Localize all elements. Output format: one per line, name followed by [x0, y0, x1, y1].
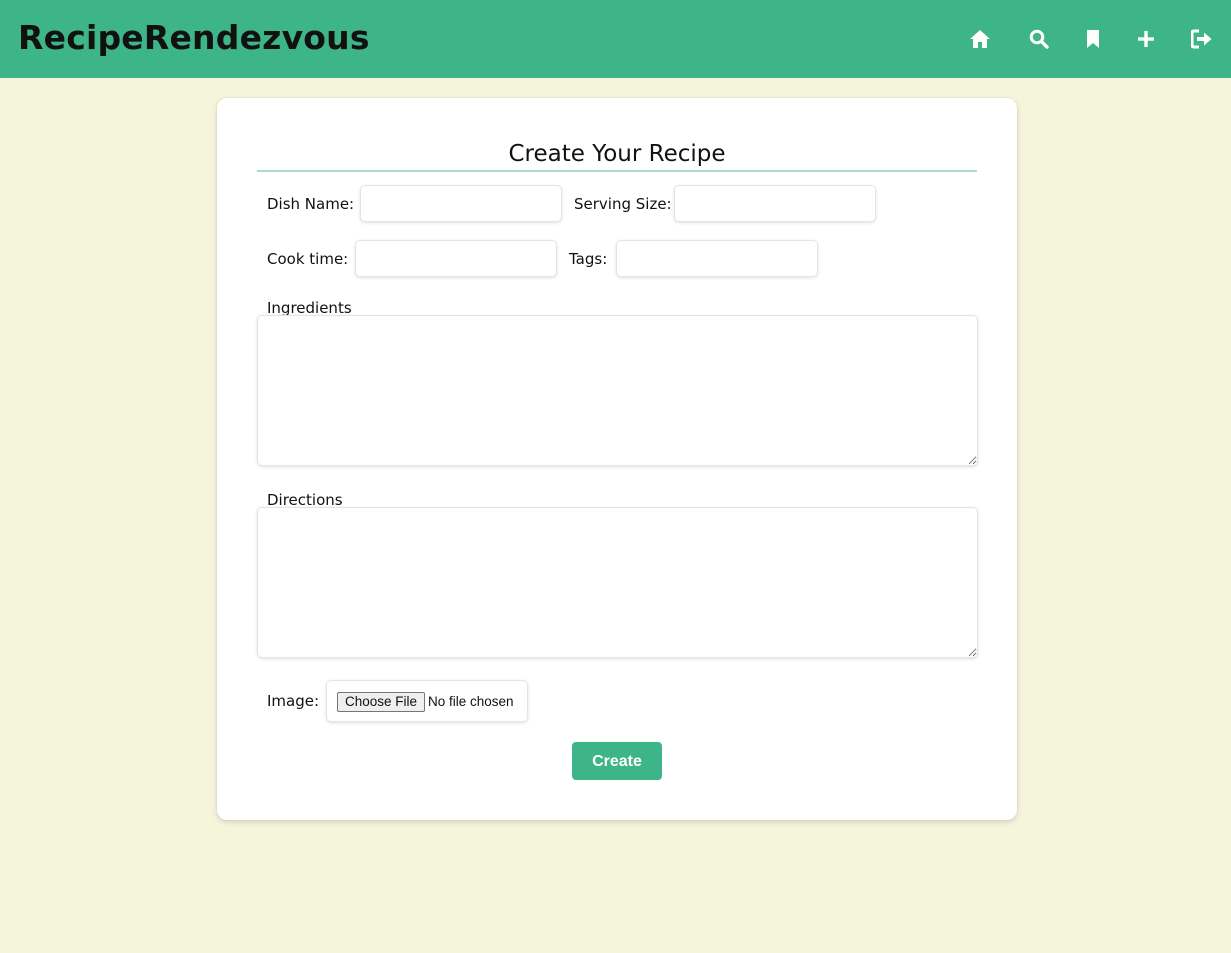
add-recipe-nav-button[interactable] — [1133, 26, 1159, 52]
tags-label: Tags: — [569, 250, 608, 268]
directions-textarea[interactable] — [257, 507, 978, 658]
image-file-input[interactable]: Choose File No file chosen — [326, 680, 528, 722]
form-title: Create Your Recipe — [508, 141, 726, 167]
ingredients-textarea[interactable] — [257, 315, 978, 466]
serving-size-input[interactable] — [674, 185, 876, 222]
cook-time-label: Cook time: — [267, 250, 349, 268]
dish-name-input[interactable] — [360, 185, 562, 222]
top-nav-bar: RecipeRendezvous — [0, 0, 1231, 78]
choose-file-button[interactable]: Choose File — [337, 692, 425, 712]
brand-logo[interactable]: RecipeRendezvous — [18, 16, 370, 60]
bookmark-nav-button[interactable] — [1080, 26, 1106, 52]
home-icon — [970, 30, 990, 48]
logout-nav-button[interactable] — [1189, 26, 1215, 52]
bookmark-icon — [1087, 30, 1099, 48]
image-label: Image: — [267, 692, 320, 710]
create-recipe-card: Create Your Recipe Dish Name: Serving Si… — [217, 98, 1017, 820]
sign-out-icon — [1191, 29, 1212, 49]
home-nav-button[interactable] — [967, 26, 993, 52]
dish-name-label: Dish Name: — [267, 195, 355, 213]
search-nav-button[interactable] — [1026, 26, 1052, 52]
title-divider — [257, 170, 977, 172]
search-icon — [1029, 29, 1049, 49]
plus-icon — [1138, 31, 1154, 47]
tags-input[interactable] — [616, 240, 818, 277]
create-button[interactable]: Create — [572, 742, 662, 780]
serving-size-label: Serving Size: — [574, 195, 672, 213]
cook-time-input[interactable] — [355, 240, 557, 277]
file-status-text: No file chosen — [428, 694, 514, 709]
